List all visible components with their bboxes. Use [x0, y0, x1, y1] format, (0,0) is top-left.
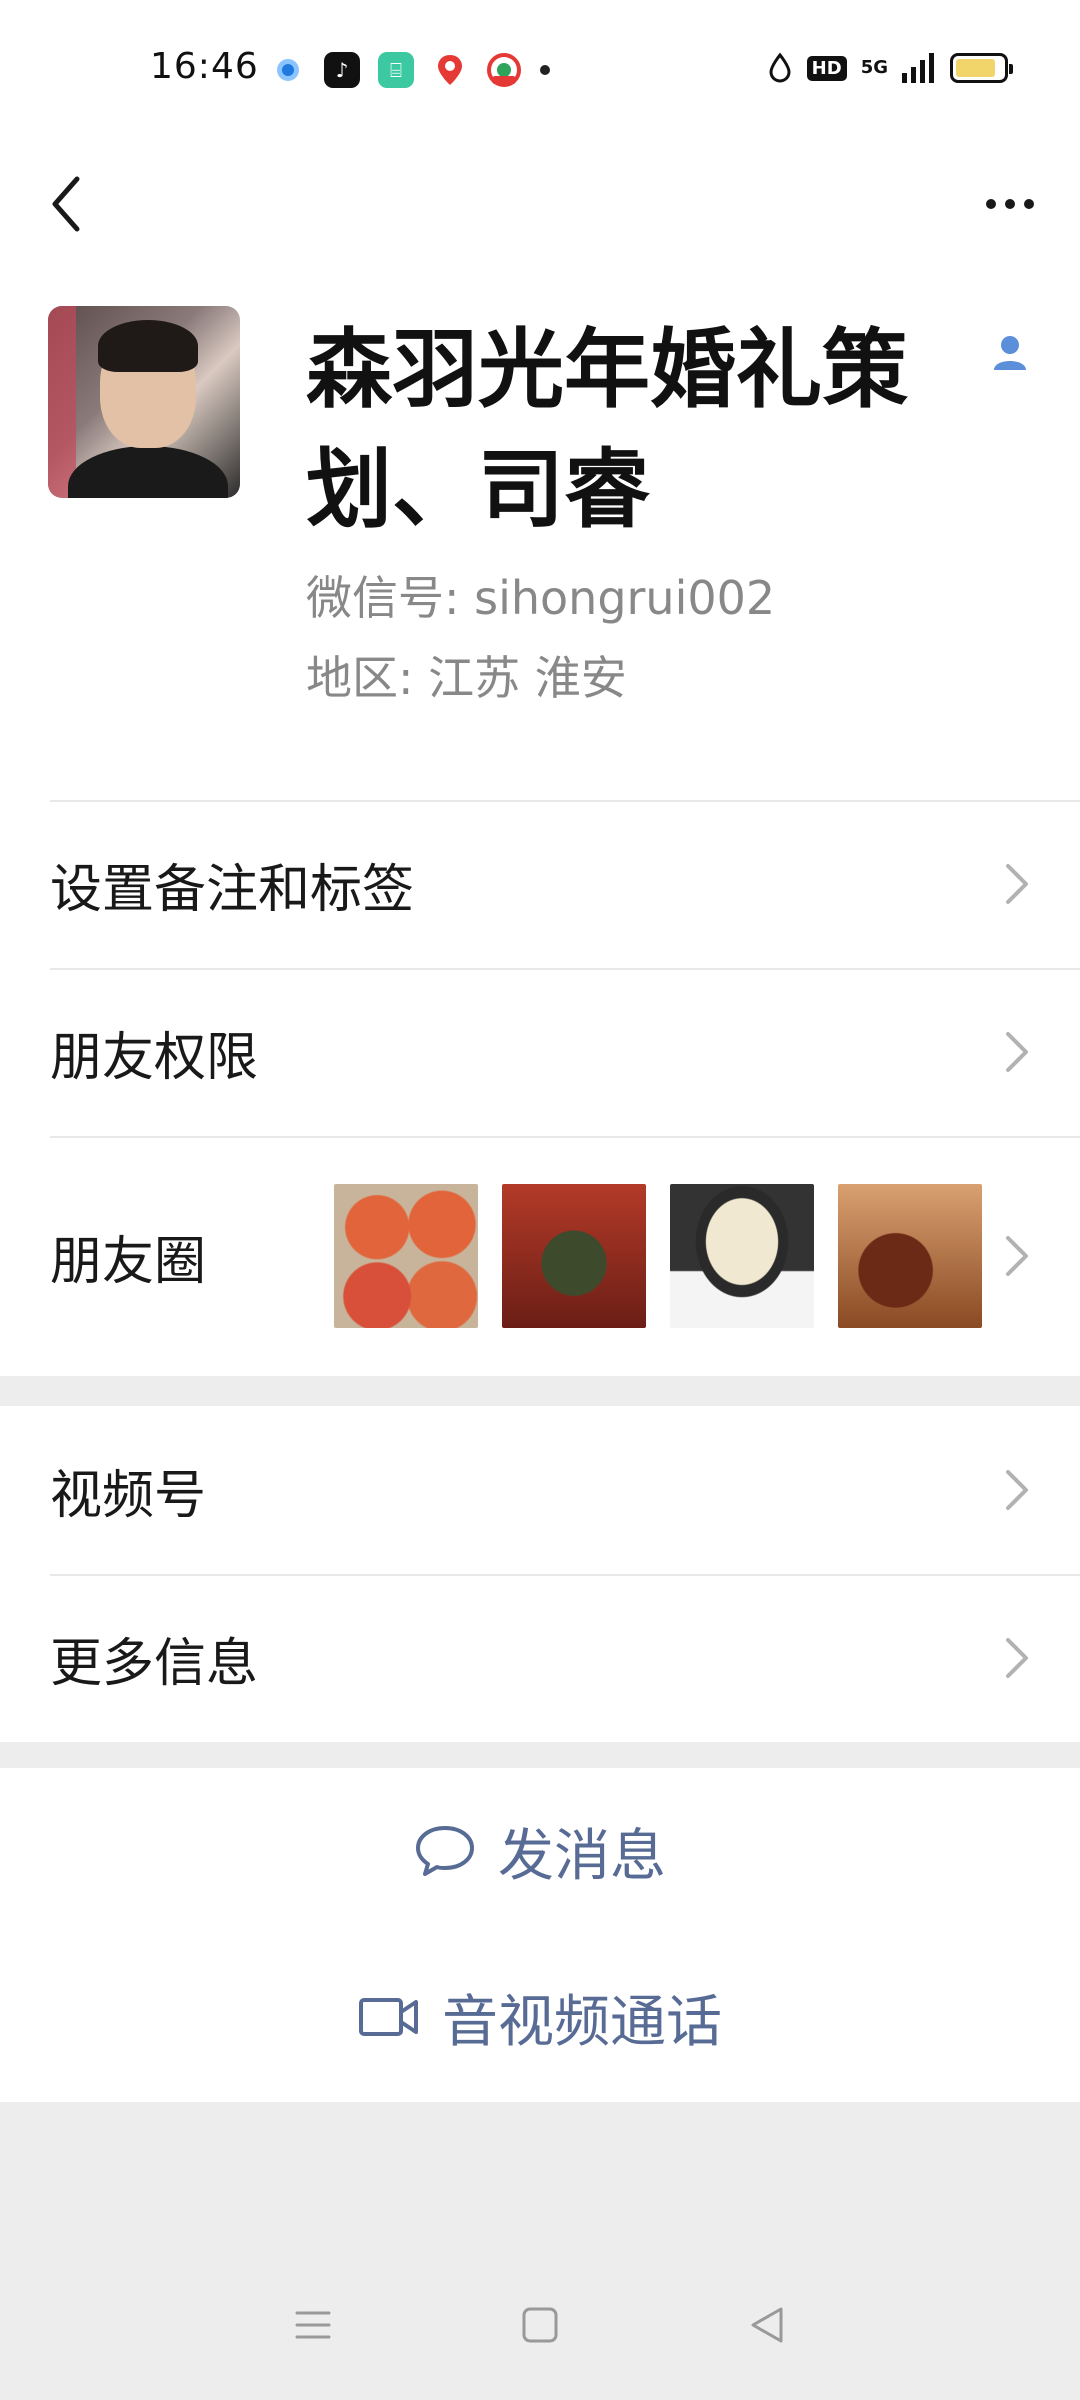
contact-profile-page: 16:46 ♪ ⌸ HD 5G 森羽光年婚礼策划、司睿 微信号: sihongr… — [0, 0, 1080, 2400]
moments-label: 朋友圈 — [50, 1231, 207, 1292]
home-nav-button[interactable] — [516, 2301, 564, 2349]
contact-person-icon — [994, 336, 1026, 370]
channels-label: 视频号 — [50, 1465, 207, 1526]
nav-bar — [0, 140, 1080, 280]
friend-permissions-row[interactable]: 朋友权限 — [0, 968, 1080, 1136]
moments-thumbnails — [334, 1184, 982, 1328]
news-icon — [486, 52, 522, 88]
back-triangle-icon — [751, 2307, 783, 2343]
chevron-right-icon — [1006, 1236, 1028, 1276]
moments-photo — [670, 1184, 814, 1328]
moments-photo — [502, 1184, 646, 1328]
video-camera-icon — [359, 1998, 418, 2036]
chevron-right-icon — [1006, 1032, 1028, 1072]
menu-nav-button[interactable] — [289, 2301, 337, 2349]
chevron-left-icon — [52, 176, 80, 232]
more-info-label: 更多信息 — [50, 1633, 259, 1694]
settings-group-1: 设置备注和标签 朋友权限 朋友圈 — [0, 800, 1080, 1376]
set-remark-label: 设置备注和标签 — [50, 859, 415, 920]
send-message-button[interactable]: 发消息 — [0, 1768, 1080, 1934]
browser-icon — [270, 52, 306, 88]
moments-photo — [334, 1184, 478, 1328]
send-message-label: 发消息 — [498, 1823, 666, 1889]
map-pin-icon — [432, 52, 468, 88]
store-icon: ⌸ — [378, 52, 414, 88]
network-type: 5G — [860, 57, 888, 78]
friend-permissions-label: 朋友权限 — [50, 1027, 259, 1088]
more-options-button[interactable] — [970, 164, 1050, 244]
tiktok-icon: ♪ — [324, 52, 360, 88]
signal-icon — [902, 53, 934, 83]
wechat-id: 微信号: sihongrui002 — [306, 571, 776, 625]
back-button[interactable] — [36, 164, 96, 244]
status-bar: 16:46 ♪ ⌸ HD 5G — [0, 0, 1080, 140]
notification-icons: ♪ ⌸ — [270, 52, 550, 88]
status-time: 16:46 — [150, 46, 259, 87]
menu-icon — [295, 2311, 331, 2339]
battery-icon — [950, 53, 1013, 83]
video-call-label: 音视频通话 — [442, 1989, 722, 2055]
moments-row[interactable]: 朋友圈 — [0, 1136, 1080, 1376]
more-notifications-dot — [540, 65, 550, 75]
region: 地区: 江苏 淮安 — [306, 651, 627, 705]
chat-bubble-icon — [416, 1826, 474, 1876]
contact-name: 森羽光年婚礼策划、司睿 — [306, 320, 908, 540]
channels-row[interactable]: 视频号 — [0, 1406, 1080, 1574]
hd-badge: HD — [806, 55, 847, 81]
video-call-button[interactable]: 音视频通话 — [0, 1934, 1080, 2100]
set-remark-row[interactable]: 设置备注和标签 — [0, 800, 1080, 968]
profile-header: 森羽光年婚礼策划、司睿 微信号: sihongrui002 地区: 江苏 淮安 — [0, 280, 1080, 800]
actions-group: 发消息 音视频通话 — [0, 1768, 1080, 2102]
avatar[interactable] — [48, 306, 240, 498]
chevron-right-icon — [1006, 1638, 1028, 1678]
chevron-right-icon — [1006, 864, 1028, 904]
chevron-right-icon — [1006, 1470, 1028, 1510]
system-nav-bar — [0, 2250, 1080, 2400]
system-indicators: HD 5G — [767, 52, 1013, 84]
more-info-row[interactable]: 更多信息 — [0, 1574, 1080, 1742]
back-nav-button[interactable] — [743, 2301, 791, 2349]
moments-photo — [838, 1184, 982, 1328]
home-square-icon — [522, 2307, 558, 2343]
settings-group-2: 视频号 更多信息 — [0, 1406, 1080, 1742]
data-saver-icon — [769, 52, 791, 83]
